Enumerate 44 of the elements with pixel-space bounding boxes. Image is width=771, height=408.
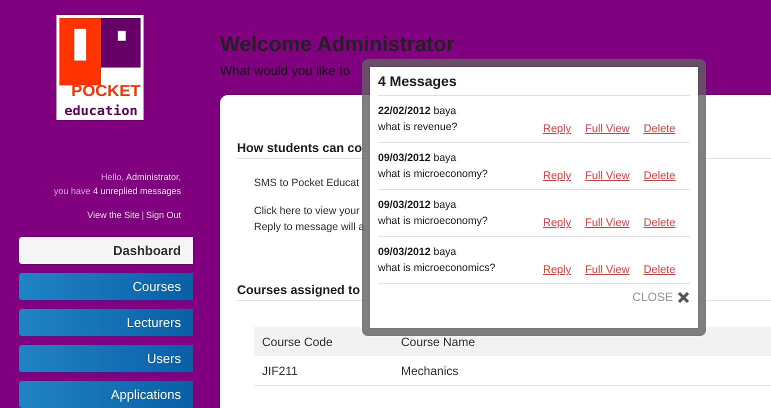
nav-button[interactable]: Lecturers: [19, 309, 193, 336]
message-action-link[interactable]: Full View: [585, 123, 630, 135]
section-heading: How students can co: [237, 141, 362, 157]
nav-button[interactable]: Users: [19, 345, 193, 372]
nav-button[interactable]: Dashboard: [19, 237, 193, 264]
message-action-link[interactable]: Delete: [644, 123, 676, 135]
message-action-link[interactable]: Reply: [543, 264, 572, 276]
link-separator: |: [142, 210, 144, 220]
message-action-link[interactable]: Full View: [585, 170, 630, 182]
close-icon: [677, 290, 690, 304]
message-text: what is microeconomy?: [378, 167, 489, 182]
message-action-link[interactable]: Reply: [543, 217, 572, 229]
message-meta: 09/03/2012 baya: [378, 245, 458, 260]
message-text: what is microeconomics?: [378, 261, 496, 276]
body-text: SMS to Pocket Educat: [254, 176, 360, 191]
page-subtitle: What would you like to: [220, 63, 352, 78]
message-action-link[interactable]: Delete: [644, 217, 676, 229]
unreplied-messages-text: you have 4 unreplied messages: [54, 185, 181, 198]
message-meta: 09/03/2012 baya: [378, 198, 458, 213]
account-link[interactable]: View the Site: [87, 210, 140, 220]
message-meta: 22/02/2012 baya: [378, 104, 458, 119]
logo-text: education: [64, 104, 134, 120]
message-meta: 09/03/2012 baya: [378, 151, 458, 166]
message-action-link[interactable]: Reply: [543, 123, 572, 135]
section-heading: Courses assigned to: [237, 283, 360, 299]
logo-text: POCKET: [71, 83, 138, 100]
message-action-link[interactable]: Full View: [585, 217, 630, 229]
nav-button[interactable]: Applications: [19, 381, 193, 408]
message-action-link[interactable]: Delete: [644, 170, 676, 182]
page-title: Welcome Administrator: [220, 33, 456, 57]
account-link[interactable]: Sign Out: [146, 210, 181, 220]
column-header: Course Code: [254, 327, 393, 356]
message-action-link[interactable]: Reply: [543, 170, 572, 182]
message-action-link[interactable]: Full View: [585, 264, 630, 276]
nav-button[interactable]: Courses: [19, 273, 193, 300]
close-button[interactable]: CLOSE: [632, 290, 690, 304]
message-text: what is revenue?: [378, 120, 458, 135]
greeting-text: Hello, Administrator,: [100, 171, 181, 184]
body-text: Click here to view your: [254, 204, 360, 219]
message-action-link[interactable]: Delete: [644, 264, 676, 276]
table-cell: JIF211: [254, 356, 393, 386]
dialog-title: 4 Messages: [378, 67, 690, 96]
message-text: what is microeconomy?: [378, 214, 489, 229]
table-cell: Mechanics: [393, 356, 515, 386]
